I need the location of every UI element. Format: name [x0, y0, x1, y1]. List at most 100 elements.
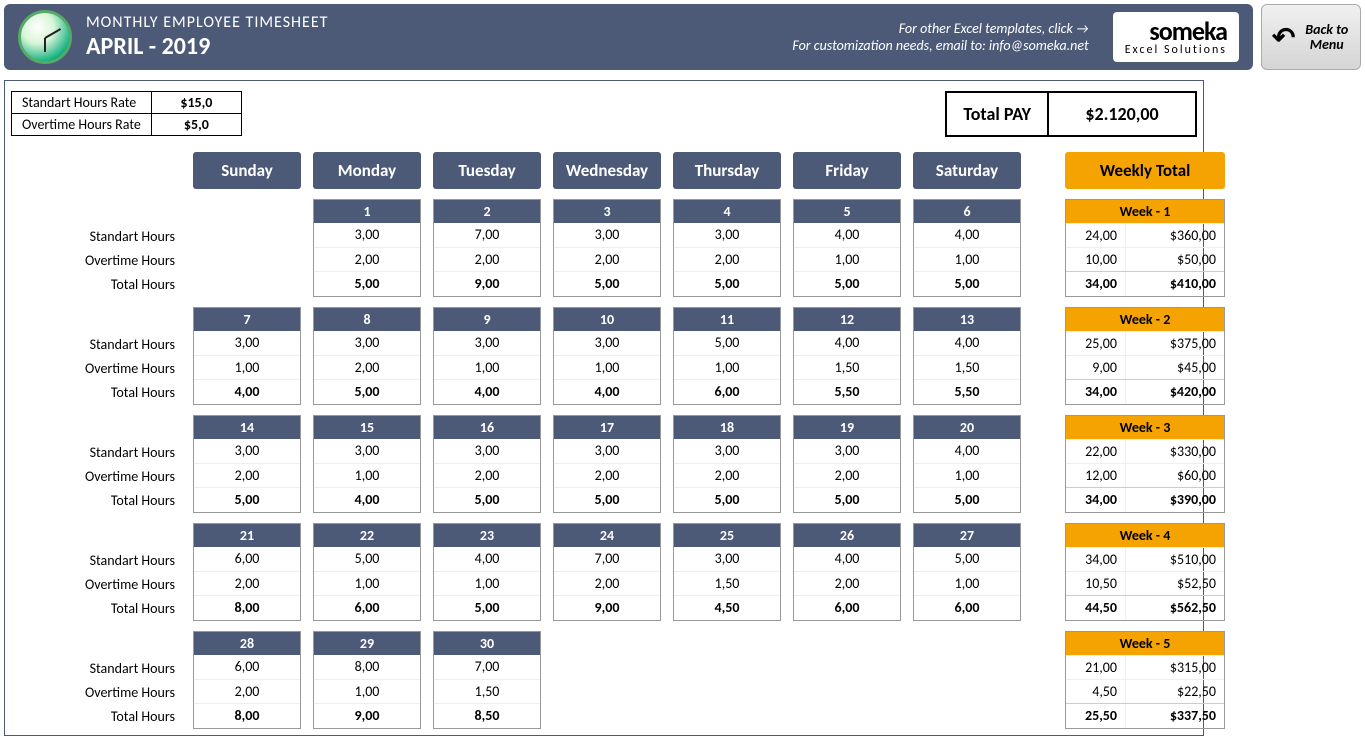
ot-hours[interactable]: 1,00 — [914, 247, 1020, 271]
day-cell[interactable]: 103,001,004,00 — [553, 307, 661, 405]
std-hours[interactable]: 4,00 — [794, 223, 900, 247]
std-hours[interactable]: 3,00 — [434, 439, 540, 463]
std-hours[interactable]: 4,00 — [914, 223, 1020, 247]
ot-hours[interactable]: 2,00 — [314, 355, 420, 379]
ot-hours[interactable]: 1,00 — [794, 247, 900, 271]
day-cell[interactable]: 247,002,009,00 — [553, 523, 661, 621]
day-cell[interactable]: 216,002,008,00 — [193, 523, 301, 621]
std-hours[interactable]: 3,00 — [554, 223, 660, 247]
ot-hours[interactable]: 1,00 — [314, 679, 420, 703]
ot-hours[interactable]: 1,00 — [914, 571, 1020, 595]
day-cell[interactable]: 73,001,004,00 — [193, 307, 301, 405]
timesheet-frame: Standart Hours Rate $15,0 Overtime Hours… — [4, 80, 1204, 736]
std-hours[interactable]: 5,00 — [674, 331, 780, 355]
ot-hours[interactable]: 2,00 — [434, 247, 540, 271]
ot-hours[interactable]: 1,00 — [914, 463, 1020, 487]
ot-hours[interactable]: 2,00 — [194, 571, 300, 595]
day-cell[interactable]: 163,002,005,00 — [433, 415, 541, 513]
ot-hours[interactable]: 2,00 — [554, 247, 660, 271]
ot-hours[interactable]: 2,00 — [674, 463, 780, 487]
day-cell[interactable]: 124,001,505,50 — [793, 307, 901, 405]
day-cell[interactable]: 93,001,004,00 — [433, 307, 541, 405]
day-cell[interactable]: 43,002,005,00 — [673, 199, 781, 297]
std-hours[interactable]: 3,00 — [194, 439, 300, 463]
day-cell[interactable]: 115,001,006,00 — [673, 307, 781, 405]
day-number: 23 — [434, 524, 540, 547]
day-cell[interactable]: 33,002,005,00 — [553, 199, 661, 297]
day-cell[interactable]: 64,001,005,00 — [913, 199, 1021, 297]
std-hours[interactable]: 4,00 — [794, 547, 900, 571]
std-hours[interactable]: 3,00 — [554, 331, 660, 355]
std-hours[interactable]: 4,00 — [434, 547, 540, 571]
ot-hours[interactable]: 2,00 — [674, 247, 780, 271]
ot-hours[interactable]: 1,50 — [434, 679, 540, 703]
std-hours[interactable]: 3,00 — [554, 439, 660, 463]
day-cell[interactable]: 183,002,005,00 — [673, 415, 781, 513]
day-cell[interactable]: 193,002,005,00 — [793, 415, 901, 513]
day-cell[interactable]: 204,001,005,00 — [913, 415, 1021, 513]
ot-hours[interactable]: 1,50 — [674, 571, 780, 595]
std-hours[interactable]: 4,00 — [794, 331, 900, 355]
day-cell[interactable]: 13,002,005,00 — [313, 199, 421, 297]
day-number: 28 — [194, 632, 300, 655]
std-hours[interactable]: 4,00 — [914, 439, 1020, 463]
std-hours[interactable]: 7,00 — [554, 547, 660, 571]
ot-hours[interactable]: 1,00 — [314, 463, 420, 487]
ot-hours[interactable]: 2,00 — [314, 247, 420, 271]
day-cell[interactable]: 143,002,005,00 — [193, 415, 301, 513]
total-hours: 5,00 — [434, 595, 540, 619]
ot-hours[interactable]: 1,50 — [794, 355, 900, 379]
day-cell[interactable]: 173,002,005,00 — [553, 415, 661, 513]
ot-hours[interactable]: 2,00 — [794, 463, 900, 487]
day-cell[interactable]: 286,002,008,00 — [193, 631, 301, 729]
std-hours[interactable]: 3,00 — [314, 331, 420, 355]
total-hours: 8,00 — [194, 703, 300, 727]
ot-hours[interactable]: 2,00 — [554, 463, 660, 487]
std-hours[interactable]: 3,00 — [194, 331, 300, 355]
ot-hours[interactable]: 1,00 — [194, 355, 300, 379]
ot-rate-value[interactable]: $5,0 — [151, 114, 241, 136]
ot-hours[interactable]: 1,00 — [674, 355, 780, 379]
day-cell[interactable]: 225,001,006,00 — [313, 523, 421, 621]
std-hours[interactable]: 6,00 — [194, 547, 300, 571]
day-number: 16 — [434, 416, 540, 439]
std-hours[interactable]: 5,00 — [914, 547, 1020, 571]
day-cell[interactable]: 54,001,005,00 — [793, 199, 901, 297]
day-cell[interactable]: 153,001,004,00 — [313, 415, 421, 513]
std-hours[interactable]: 7,00 — [434, 655, 540, 679]
ot-hours[interactable]: 1,00 — [434, 355, 540, 379]
back-arrow-icon: ↶ — [1272, 20, 1295, 55]
std-hours[interactable]: 7,00 — [434, 223, 540, 247]
ot-hours[interactable]: 2,00 — [434, 463, 540, 487]
std-hours[interactable]: 4,00 — [914, 331, 1020, 355]
day-cell[interactable]: 298,001,009,00 — [313, 631, 421, 729]
day-cell[interactable]: 134,001,505,50 — [913, 307, 1021, 405]
day-cell[interactable]: 27,002,009,00 — [433, 199, 541, 297]
day-cell[interactable]: 275,001,006,00 — [913, 523, 1021, 621]
std-hours[interactable]: 3,00 — [674, 223, 780, 247]
std-hours[interactable]: 6,00 — [194, 655, 300, 679]
std-hours[interactable]: 3,00 — [674, 547, 780, 571]
ot-hours[interactable]: 1,00 — [434, 571, 540, 595]
ot-hours[interactable]: 2,00 — [194, 679, 300, 703]
day-cell[interactable]: 83,002,005,00 — [313, 307, 421, 405]
ot-hours[interactable]: 1,50 — [914, 355, 1020, 379]
day-cell[interactable]: 307,001,508,50 — [433, 631, 541, 729]
ot-hours[interactable]: 1,00 — [314, 571, 420, 595]
ot-hours[interactable]: 2,00 — [554, 571, 660, 595]
day-cell[interactable]: 253,001,504,50 — [673, 523, 781, 621]
std-hours[interactable]: 3,00 — [434, 331, 540, 355]
day-cell[interactable]: 234,001,005,00 — [433, 523, 541, 621]
std-hours[interactable]: 8,00 — [314, 655, 420, 679]
std-rate-value[interactable]: $15,0 — [151, 92, 241, 114]
std-hours[interactable]: 3,00 — [314, 223, 420, 247]
std-hours[interactable]: 3,00 — [674, 439, 780, 463]
std-hours[interactable]: 5,00 — [314, 547, 420, 571]
ot-hours[interactable]: 1,00 — [554, 355, 660, 379]
back-to-menu-button[interactable]: ↶ Back to Menu — [1261, 4, 1361, 70]
std-hours[interactable]: 3,00 — [794, 439, 900, 463]
std-hours[interactable]: 3,00 — [314, 439, 420, 463]
ot-hours[interactable]: 2,00 — [194, 463, 300, 487]
ot-hours[interactable]: 2,00 — [794, 571, 900, 595]
day-cell[interactable]: 264,002,006,00 — [793, 523, 901, 621]
